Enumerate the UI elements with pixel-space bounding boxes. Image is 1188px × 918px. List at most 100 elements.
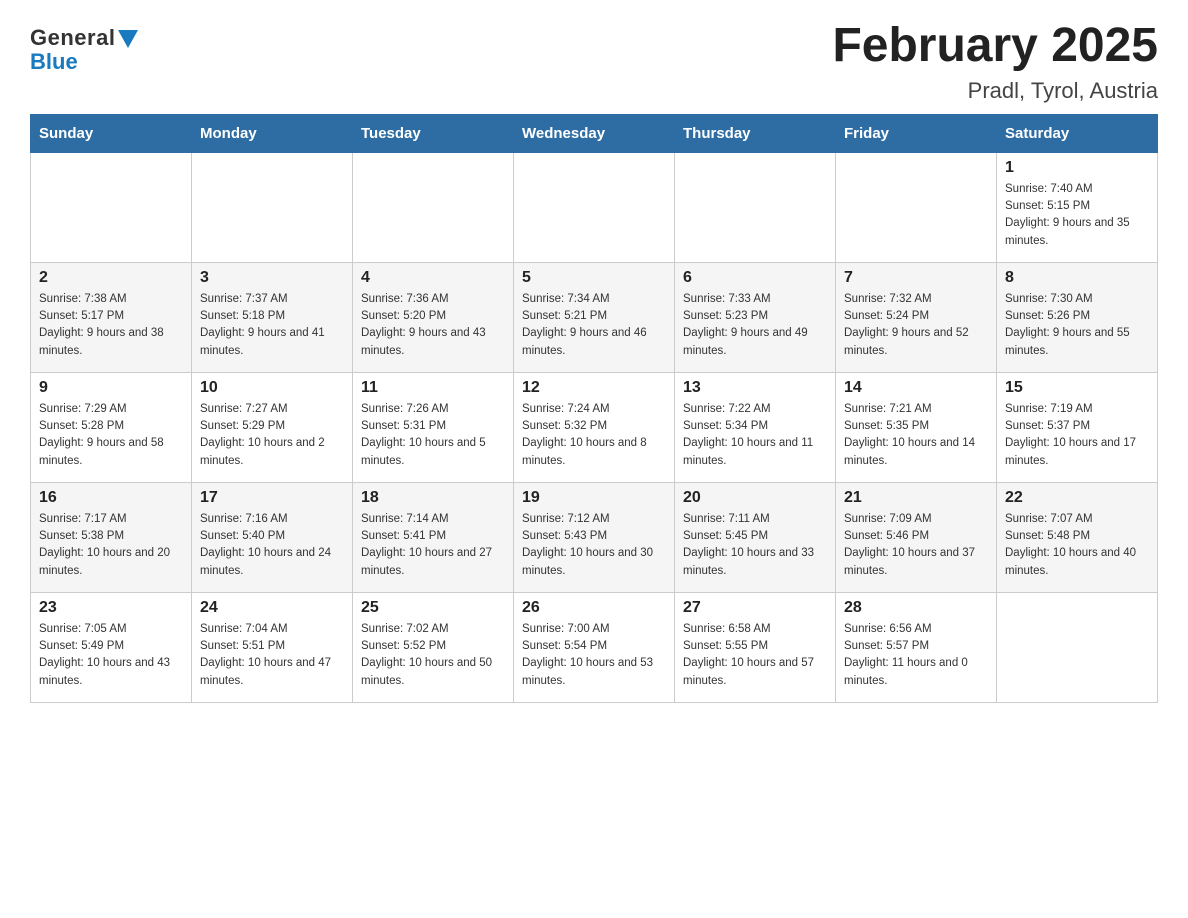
day-info: Sunrise: 7:19 AMSunset: 5:37 PMDaylight:… (1005, 401, 1149, 470)
day-info: Sunrise: 7:33 AMSunset: 5:23 PMDaylight:… (683, 291, 827, 360)
day-info: Sunrise: 7:29 AMSunset: 5:28 PMDaylight:… (39, 401, 183, 470)
day-number: 5 (522, 269, 666, 287)
calendar-day-cell: 22Sunrise: 7:07 AMSunset: 5:48 PMDayligh… (997, 482, 1158, 592)
day-info: Sunrise: 7:26 AMSunset: 5:31 PMDaylight:… (361, 401, 505, 470)
calendar-week-row: 23Sunrise: 7:05 AMSunset: 5:49 PMDayligh… (31, 592, 1158, 702)
calendar-day-cell: 8Sunrise: 7:30 AMSunset: 5:26 PMDaylight… (997, 262, 1158, 372)
day-info: Sunrise: 7:05 AMSunset: 5:49 PMDaylight:… (39, 621, 183, 690)
day-info: Sunrise: 6:58 AMSunset: 5:55 PMDaylight:… (683, 621, 827, 690)
calendar-week-row: 1 Sunrise: 7:40 AMSunset: 5:15 PMDaylight… (31, 152, 1158, 262)
calendar-day-cell: 28 Sunrise: 6:56 AMSunset: 5:57 PMDayligh… (836, 592, 997, 702)
calendar-day-cell: 4 Sunrise: 7:36 AMSunset: 5:20 PMDaylight… (353, 262, 514, 372)
logo-arrow-icon (118, 30, 138, 48)
calendar-day-cell (353, 152, 514, 262)
logo-blue-text: Blue (30, 49, 78, 75)
day-number: 11 (361, 379, 505, 397)
page-title: February 2025 (832, 20, 1158, 73)
calendar-day-cell: 1 Sunrise: 7:40 AMSunset: 5:15 PMDaylight… (997, 152, 1158, 262)
day-info: Sunrise: 7:32 AMSunset: 5:24 PMDaylight:… (844, 291, 988, 360)
calendar-day-cell: 2 Sunrise: 7:38 AMSunset: 5:17 PMDaylight… (31, 262, 192, 372)
day-number: 4 (361, 269, 505, 287)
day-number: 1 (1005, 159, 1149, 177)
day-info: Sunrise: 7:34 AMSunset: 5:21 PMDaylight:… (522, 291, 666, 360)
day-info: Sunrise: 7:37 AMSunset: 5:18 PMDaylight:… (200, 291, 344, 360)
day-number: 2 (39, 269, 183, 287)
calendar-day-cell: 16Sunrise: 7:17 AMSunset: 5:38 PMDayligh… (31, 482, 192, 592)
day-number: 22 (1005, 489, 1149, 507)
day-number: 28 (844, 599, 988, 617)
calendar-day-cell: 9 Sunrise: 7:29 AMSunset: 5:28 PMDaylight… (31, 372, 192, 482)
day-info: Sunrise: 6:56 AMSunset: 5:57 PMDaylight:… (844, 621, 988, 690)
weekday-header: Sunday (31, 114, 192, 152)
calendar-day-cell: 11 Sunrise: 7:26 AMSunset: 5:31 PMDayligh… (353, 372, 514, 482)
day-info: Sunrise: 7:22 AMSunset: 5:34 PMDaylight:… (683, 401, 827, 470)
day-info: Sunrise: 7:40 AMSunset: 5:15 PMDaylight:… (1005, 181, 1149, 250)
day-info: Sunrise: 7:38 AMSunset: 5:17 PMDaylight:… (39, 291, 183, 360)
page-subtitle: Pradl, Tyrol, Austria (832, 78, 1158, 104)
calendar-day-cell: 3 Sunrise: 7:37 AMSunset: 5:18 PMDaylight… (192, 262, 353, 372)
calendar-day-cell (675, 152, 836, 262)
calendar-week-row: 9 Sunrise: 7:29 AMSunset: 5:28 PMDaylight… (31, 372, 1158, 482)
day-number: 26 (522, 599, 666, 617)
day-info: Sunrise: 7:24 AMSunset: 5:32 PMDaylight:… (522, 401, 666, 470)
day-number: 20 (683, 489, 827, 507)
page-header: General Blue February 2025 Pradl, Tyrol,… (30, 20, 1158, 104)
day-number: 19 (522, 489, 666, 507)
calendar-week-row: 2 Sunrise: 7:38 AMSunset: 5:17 PMDaylight… (31, 262, 1158, 372)
calendar-day-cell: 15 Sunrise: 7:19 AMSunset: 5:37 PMDayligh… (997, 372, 1158, 482)
calendar-day-cell: 13 Sunrise: 7:22 AMSunset: 5:34 PMDayligh… (675, 372, 836, 482)
day-info: Sunrise: 7:14 AMSunset: 5:41 PMDaylight:… (361, 511, 505, 580)
day-number: 7 (844, 269, 988, 287)
weekday-header: Thursday (675, 114, 836, 152)
day-info: Sunrise: 7:11 AMSunset: 5:45 PMDaylight:… (683, 511, 827, 580)
day-number: 21 (844, 489, 988, 507)
day-info: Sunrise: 7:21 AMSunset: 5:35 PMDaylight:… (844, 401, 988, 470)
calendar-day-cell: 23Sunrise: 7:05 AMSunset: 5:49 PMDayligh… (31, 592, 192, 702)
calendar-day-cell (192, 152, 353, 262)
day-number: 3 (200, 269, 344, 287)
day-number: 24 (200, 599, 344, 617)
day-number: 6 (683, 269, 827, 287)
weekday-header: Wednesday (514, 114, 675, 152)
calendar-day-cell (31, 152, 192, 262)
calendar-day-cell: 24Sunrise: 7:04 AMSunset: 5:51 PMDayligh… (192, 592, 353, 702)
calendar-day-cell: 17 Sunrise: 7:16 AMSunset: 5:40 PMDayligh… (192, 482, 353, 592)
day-info: Sunrise: 7:16 AMSunset: 5:40 PMDaylight:… (200, 511, 344, 580)
calendar-day-cell: 21 Sunrise: 7:09 AMSunset: 5:46 PMDayligh… (836, 482, 997, 592)
weekday-header: Saturday (997, 114, 1158, 152)
calendar-header-row: SundayMondayTuesdayWednesdayThursdayFrid… (31, 114, 1158, 152)
day-info: Sunrise: 7:17 AMSunset: 5:38 PMDaylight:… (39, 511, 183, 580)
calendar-day-cell: 14Sunrise: 7:21 AMSunset: 5:35 PMDayligh… (836, 372, 997, 482)
day-info: Sunrise: 7:09 AMSunset: 5:46 PMDaylight:… (844, 511, 988, 580)
day-info: Sunrise: 7:02 AMSunset: 5:52 PMDaylight:… (361, 621, 505, 690)
day-number: 12 (522, 379, 666, 397)
day-number: 13 (683, 379, 827, 397)
calendar-day-cell: 25 Sunrise: 7:02 AMSunset: 5:52 PMDayligh… (353, 592, 514, 702)
day-info: Sunrise: 7:36 AMSunset: 5:20 PMDaylight:… (361, 291, 505, 360)
logo-general-text: General (30, 25, 138, 51)
day-number: 9 (39, 379, 183, 397)
weekday-header: Monday (192, 114, 353, 152)
day-number: 17 (200, 489, 344, 507)
day-info: Sunrise: 7:30 AMSunset: 5:26 PMDaylight:… (1005, 291, 1149, 360)
calendar-day-cell: 18 Sunrise: 7:14 AMSunset: 5:41 PMDayligh… (353, 482, 514, 592)
calendar-day-cell: 6 Sunrise: 7:33 AMSunset: 5:23 PMDaylight… (675, 262, 836, 372)
logo: General Blue (30, 25, 138, 75)
calendar-day-cell: 20 Sunrise: 7:11 AMSunset: 5:45 PMDayligh… (675, 482, 836, 592)
day-number: 27 (683, 599, 827, 617)
day-info: Sunrise: 7:00 AMSunset: 5:54 PMDaylight:… (522, 621, 666, 690)
day-number: 10 (200, 379, 344, 397)
logo-general-label: General (30, 25, 115, 51)
calendar-day-cell (514, 152, 675, 262)
day-number: 25 (361, 599, 505, 617)
day-number: 18 (361, 489, 505, 507)
calendar-day-cell: 10 Sunrise: 7:27 AMSunset: 5:29 PMDayligh… (192, 372, 353, 482)
day-number: 15 (1005, 379, 1149, 397)
day-info: Sunrise: 7:12 AMSunset: 5:43 PMDaylight:… (522, 511, 666, 580)
calendar-day-cell: 7 Sunrise: 7:32 AMSunset: 5:24 PMDaylight… (836, 262, 997, 372)
calendar-table: SundayMondayTuesdayWednesdayThursdayFrid… (30, 114, 1158, 703)
day-info: Sunrise: 7:27 AMSunset: 5:29 PMDaylight:… (200, 401, 344, 470)
weekday-header: Tuesday (353, 114, 514, 152)
calendar-day-cell: 19 Sunrise: 7:12 AMSunset: 5:43 PMDayligh… (514, 482, 675, 592)
calendar-day-cell: 5 Sunrise: 7:34 AMSunset: 5:21 PMDaylight… (514, 262, 675, 372)
